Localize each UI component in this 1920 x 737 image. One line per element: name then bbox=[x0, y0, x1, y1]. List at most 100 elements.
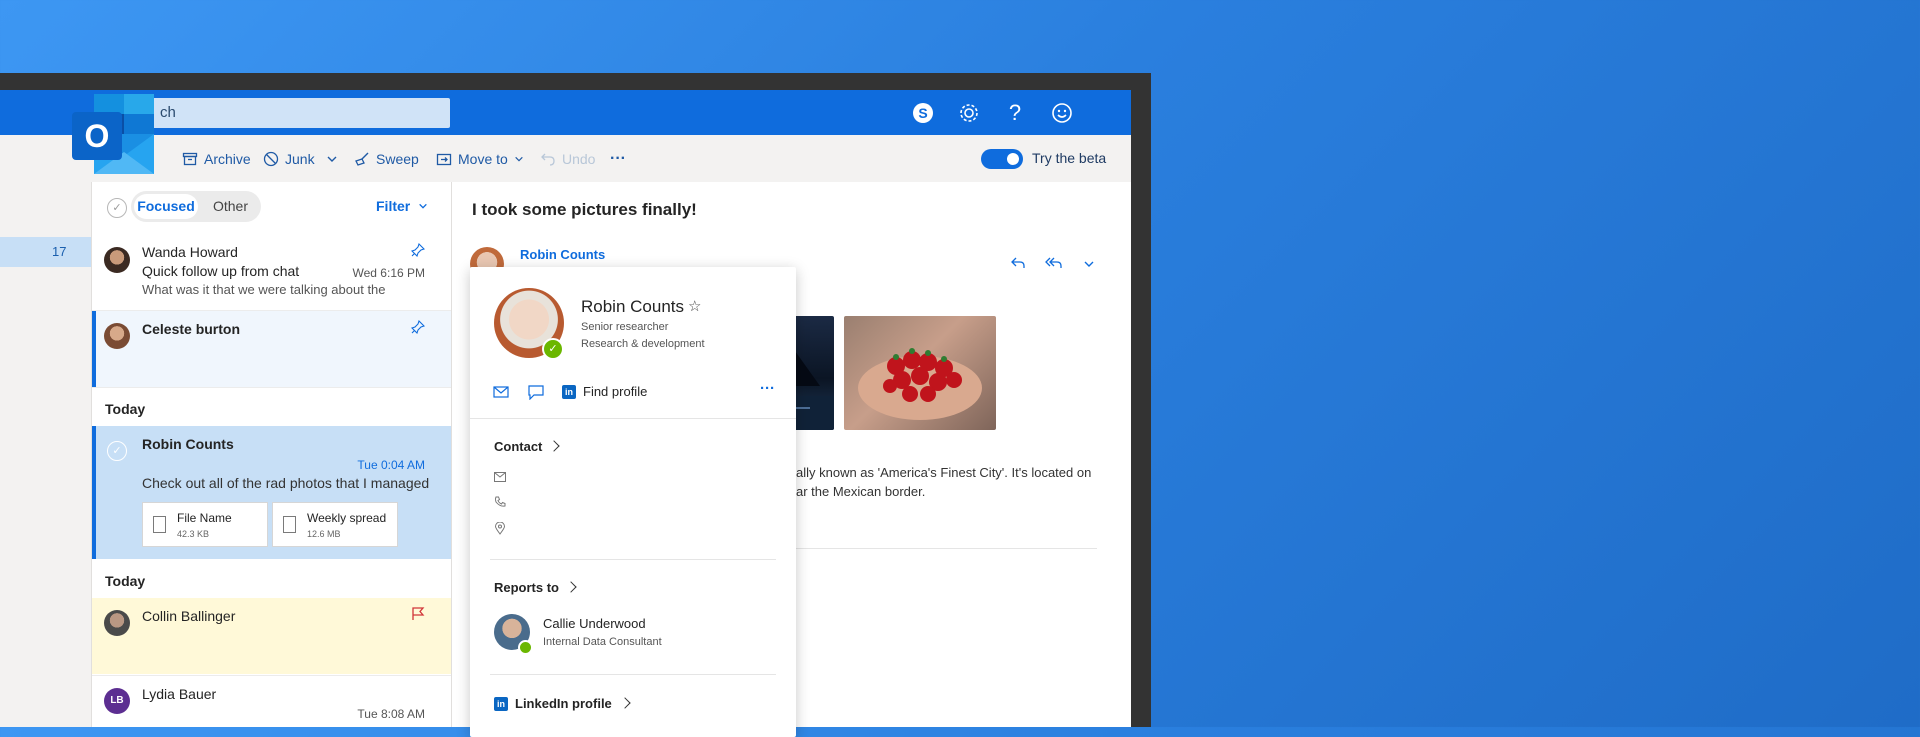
reports-to-section-header[interactable]: Reports to bbox=[494, 580, 577, 595]
help-icon[interactable]: ? bbox=[999, 97, 1031, 129]
attachment-card[interactable]: File Name 42.3 KB bbox=[142, 502, 268, 547]
reports-to-heading: Reports to bbox=[494, 580, 559, 595]
attachment-size: 12.6 MB bbox=[307, 529, 341, 539]
find-profile-button[interactable]: in Find profile bbox=[562, 384, 647, 399]
phone-icon bbox=[494, 495, 506, 513]
contact-name: Robin Counts bbox=[581, 297, 685, 316]
location-pin-icon bbox=[494, 521, 506, 540]
sender-link[interactable]: Robin Counts bbox=[520, 247, 605, 262]
reply-icon[interactable] bbox=[1010, 255, 1026, 276]
preview-text: What was it that we were talking about t… bbox=[142, 282, 386, 297]
email-icon[interactable] bbox=[493, 385, 509, 404]
top-bar: ch S ? bbox=[0, 90, 1131, 135]
search-input[interactable]: ch bbox=[130, 98, 450, 128]
sender-name: Robin Counts bbox=[142, 436, 234, 452]
broom-icon bbox=[355, 152, 369, 166]
chat-icon[interactable] bbox=[528, 385, 544, 405]
command-toolbar: Archive Junk Sweep Move to Undo ··· Try … bbox=[0, 135, 1131, 183]
chevron-down-icon bbox=[327, 156, 337, 162]
sender-name: Collin Ballinger bbox=[142, 608, 236, 624]
settings-gear-icon[interactable] bbox=[953, 97, 985, 129]
junk-label: Junk bbox=[285, 150, 315, 167]
chevron-down-icon bbox=[515, 156, 523, 161]
contact-job-title: Senior researcher bbox=[581, 321, 669, 333]
list-item-selected[interactable]: ✓ Robin Counts Tue 0:04 AM Check out all… bbox=[92, 426, 451, 559]
photo-strawberries[interactable] bbox=[844, 316, 996, 430]
list-item[interactable]: Wanda Howard Quick follow up from chat W… bbox=[92, 235, 451, 311]
tab-focused[interactable]: Focused bbox=[134, 194, 198, 219]
feedback-smiley-icon[interactable] bbox=[1046, 97, 1078, 129]
more-actions-button[interactable]: ··· bbox=[610, 135, 626, 182]
sweep-button[interactable]: Sweep bbox=[354, 135, 419, 182]
archive-button[interactable]: Archive bbox=[182, 135, 251, 182]
contact-section-header[interactable]: Contact bbox=[494, 439, 561, 454]
email-small-icon bbox=[494, 469, 506, 487]
junk-button[interactable]: Junk bbox=[263, 135, 315, 182]
contact-heading: Contact bbox=[494, 439, 543, 454]
unread-accent-bar bbox=[92, 311, 96, 387]
try-beta-toggle[interactable] bbox=[981, 149, 1023, 169]
linkedin-label: LinkedIn profile bbox=[515, 696, 612, 711]
chevron-right-icon bbox=[565, 581, 577, 593]
sender-name: Wanda Howard bbox=[142, 244, 238, 260]
select-all-checkbox[interactable]: ✓ bbox=[107, 198, 127, 218]
body-text-line: ar the Mexican border. bbox=[796, 484, 926, 499]
tab-other[interactable]: Other bbox=[203, 194, 258, 219]
body-text-line: ally known as 'America's Finest City'. I… bbox=[796, 465, 1092, 480]
favorite-star-icon[interactable]: ☆ bbox=[688, 297, 701, 315]
move-to-button[interactable]: Move to bbox=[436, 135, 524, 182]
attachment-size: 42.3 KB bbox=[177, 529, 210, 539]
try-beta-label: Try the beta bbox=[1032, 150, 1107, 166]
message-divider bbox=[796, 548, 1097, 549]
avatar bbox=[104, 247, 130, 273]
contact-card: ✓ Robin Counts ☆ Senior researcher Resea… bbox=[470, 267, 796, 737]
pin-icon[interactable] bbox=[410, 319, 426, 339]
manager-name[interactable]: Callie Underwood bbox=[543, 616, 646, 631]
sender-name: Lydia Bauer bbox=[142, 686, 217, 702]
archive-label: Archive bbox=[204, 150, 251, 167]
flag-icon[interactable] bbox=[411, 607, 425, 626]
more-options-button[interactable]: ··· bbox=[760, 380, 775, 397]
list-item[interactable]: LB Lydia Bauer Tue 8:08 AM bbox=[92, 675, 451, 727]
linkedin-icon: in bbox=[562, 384, 576, 399]
pin-icon[interactable] bbox=[410, 242, 426, 262]
group-header: Today bbox=[105, 401, 146, 417]
reply-all-icon[interactable] bbox=[1045, 255, 1063, 276]
timestamp: Tue 0:04 AM bbox=[357, 458, 425, 472]
attachment-card[interactable]: Weekly spread 12.6 MB bbox=[272, 502, 398, 547]
card-divider bbox=[490, 559, 776, 560]
folder-unread-count: 17 bbox=[52, 244, 67, 259]
avatar bbox=[104, 610, 130, 636]
outlook-logo: O bbox=[72, 92, 164, 176]
filter-label: Filter bbox=[376, 198, 411, 214]
move-folder-icon bbox=[436, 153, 452, 165]
attachment-name: File Name bbox=[177, 511, 232, 525]
item-select-checkbox[interactable]: ✓ bbox=[107, 441, 127, 461]
skype-icon[interactable]: S bbox=[907, 97, 939, 129]
list-item[interactable]: Celeste burton bbox=[92, 311, 451, 388]
chevron-down-icon[interactable] bbox=[1083, 257, 1095, 275]
filter-button[interactable]: Filter bbox=[376, 194, 428, 219]
selected-accent-bar bbox=[92, 426, 96, 559]
sender-name: Celeste burton bbox=[142, 321, 241, 337]
chevron-down-icon bbox=[419, 203, 427, 209]
file-icon bbox=[283, 516, 296, 533]
group-header: Today bbox=[105, 573, 146, 589]
list-item-flagged[interactable]: Collin Ballinger bbox=[92, 598, 451, 674]
presence-available-icon: ✓ bbox=[542, 338, 564, 360]
contact-department: Research & development bbox=[581, 338, 705, 350]
move-to-label: Move to bbox=[458, 150, 508, 167]
svg-text:S: S bbox=[918, 105, 927, 121]
card-divider bbox=[490, 674, 776, 675]
linkedin-profile-link[interactable]: in LinkedIn profile bbox=[494, 696, 631, 711]
timestamp: Tue 8:08 AM bbox=[357, 707, 425, 721]
chevron-right-icon bbox=[548, 440, 561, 452]
linkedin-icon: in bbox=[494, 696, 508, 711]
undo-button[interactable]: Undo bbox=[540, 135, 595, 182]
undo-icon bbox=[541, 153, 555, 166]
card-divider bbox=[470, 418, 796, 419]
preview-text: Check out all of the rad photos that I m… bbox=[142, 475, 430, 491]
attachment-name: Weekly spread bbox=[307, 511, 387, 525]
junk-dropdown-chevron[interactable] bbox=[326, 135, 338, 182]
timestamp: Wed 6:16 PM bbox=[352, 266, 425, 280]
